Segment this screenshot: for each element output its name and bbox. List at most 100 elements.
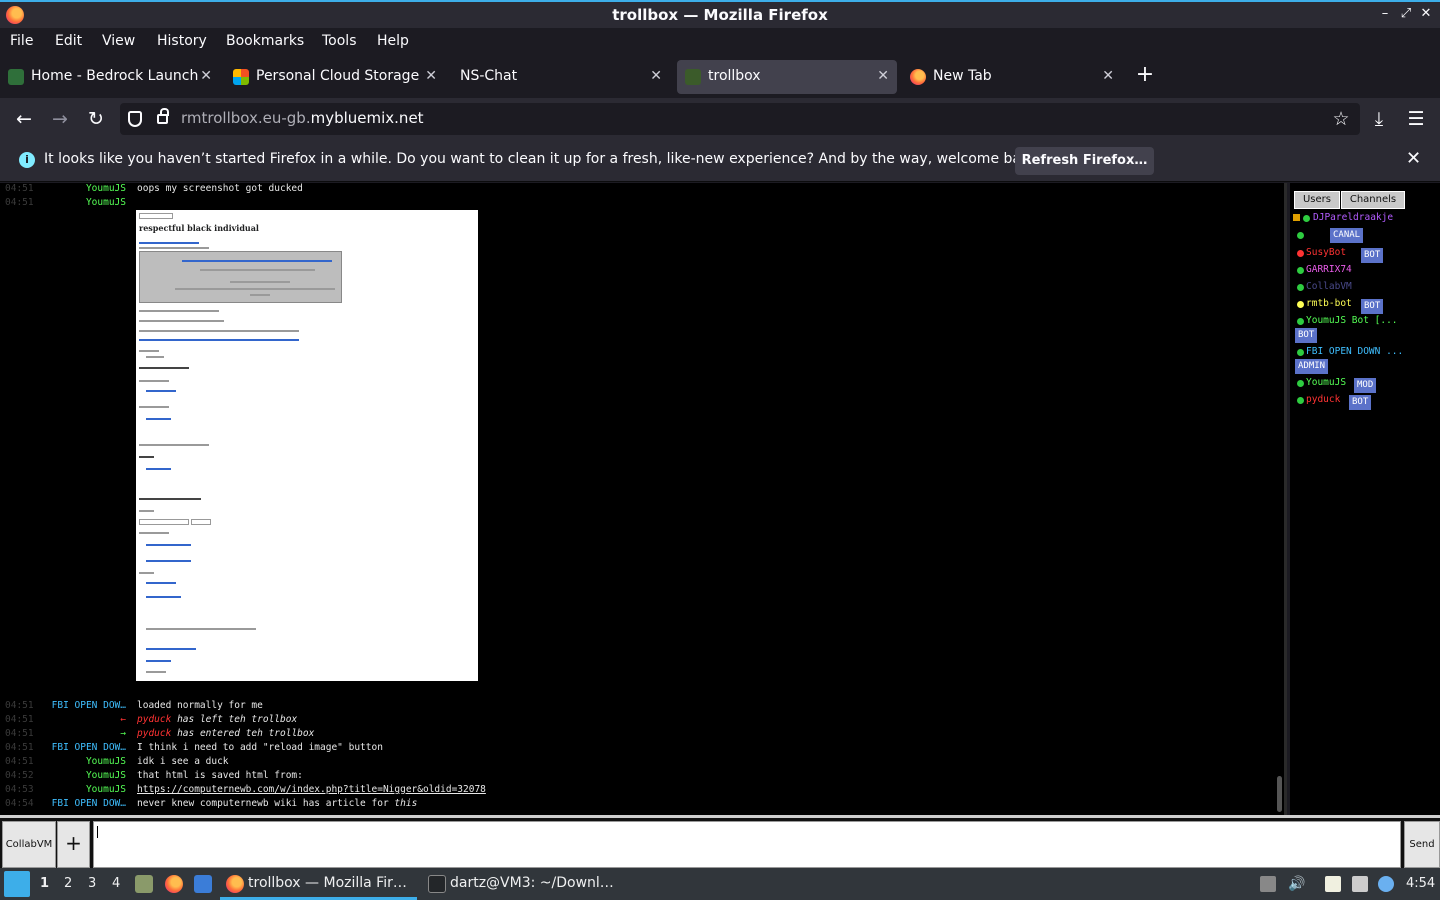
bedrock-icon <box>8 69 24 85</box>
tab-new-tab[interactable]: New Tab ✕ <box>902 60 1122 94</box>
user-badge: BOT <box>1349 395 1372 410</box>
tab-ns-chat[interactable]: NS-Chat ✕ <box>450 60 670 94</box>
close-tab-icon[interactable]: ✕ <box>425 68 437 84</box>
trollbox-icon <box>685 69 701 85</box>
terminal-icon <box>428 875 446 893</box>
tab-bedrock-launcher[interactable]: Home - Bedrock Launche ✕ <box>0 60 220 94</box>
task-terminal[interactable]: dartz@VM3: ~/Downl… <box>420 868 620 900</box>
close-notification-icon[interactable]: ✕ <box>1406 148 1421 169</box>
text-cursor <box>97 826 98 838</box>
user-list-item[interactable]: pyduck BOT <box>1295 393 1439 410</box>
user-badge: ADMIN <box>1295 359 1329 374</box>
chat-message: 04:51 FBI OPEN DOW… loaded normally for … <box>5 700 263 711</box>
reload-icon[interactable]: ↻ <box>83 106 109 132</box>
status-dot-icon <box>1297 397 1304 404</box>
user-list-item[interactable]: GARRIX74 <box>1295 263 1439 280</box>
close-tab-icon[interactable]: ✕ <box>200 68 212 84</box>
send-button[interactable]: Send <box>1404 821 1440 868</box>
chat-message: 04:54 FBI OPEN DOW… never knew computern… <box>5 798 418 809</box>
lock-icon[interactable] <box>157 108 169 124</box>
tab-trollbox[interactable]: trollbox ✕ <box>677 60 897 94</box>
user-list-item[interactable]: CANAL <box>1295 228 1439 245</box>
clock[interactable]: 4:54 <box>1406 876 1435 891</box>
tab-channels[interactable]: Channels <box>1341 191 1405 209</box>
user-list-item[interactable]: DJPareldraakje <box>1293 211 1439 228</box>
tab-personal-cloud-storage[interactable]: Personal Cloud Storage - ✕ <box>225 60 445 94</box>
tab-bar: Home - Bedrock Launche ✕ Personal Cloud … <box>0 56 1440 98</box>
workspace-3[interactable]: 3 <box>88 876 96 891</box>
chat-event-leave: 04:51 ← pyduck has left teh trollbox <box>5 714 298 725</box>
user-list-item[interactable]: rmtb-bot BOT <box>1295 297 1439 314</box>
chat-message: 04:51 YoumuJS idk i see a duck <box>5 756 229 767</box>
start-menu-icon[interactable] <box>4 871 30 897</box>
restore-icon[interactable]: ⤢ <box>1397 6 1415 21</box>
menu-bar: File Edit View History Bookmarks Tools H… <box>0 28 1440 56</box>
leave-arrow-icon: ← <box>120 714 126 725</box>
status-dot-icon <box>1297 267 1304 274</box>
workspace-2[interactable]: 2 <box>64 876 72 891</box>
forward-icon[interactable]: → <box>47 106 73 132</box>
add-button[interactable]: + <box>57 821 90 868</box>
menu-edit[interactable]: Edit <box>55 33 82 49</box>
firefox-icon <box>226 875 244 893</box>
network-tray-icon[interactable] <box>1352 876 1368 892</box>
close-tab-icon[interactable]: ✕ <box>650 68 662 84</box>
chat-image-screenshot[interactable]: respectful black individual <box>136 210 478 681</box>
firefox-icon <box>910 69 926 85</box>
info-icon: i <box>19 152 35 168</box>
menu-tools[interactable]: Tools <box>322 33 357 49</box>
shield-icon[interactable] <box>128 111 142 127</box>
user-list-panel: Users Channels DJPareldraakje CANAL Susy… <box>1290 183 1440 815</box>
close-tab-icon[interactable]: ✕ <box>877 68 889 84</box>
chat-link[interactable]: https://computernewb.com/w/index.php?tit… <box>137 784 486 795</box>
refresh-firefox-button[interactable]: Refresh Firefox… <box>1015 147 1154 175</box>
menu-history[interactable]: History <box>157 33 207 49</box>
crown-icon <box>1293 214 1300 221</box>
status-dot-icon <box>1303 215 1310 222</box>
desktop-icon[interactable] <box>194 875 212 893</box>
back-icon[interactable]: ← <box>11 106 37 132</box>
workspace-1[interactable]: 1 <box>40 876 49 891</box>
chat-scrollbar[interactable] <box>1277 776 1282 812</box>
hamburger-menu-icon[interactable]: ☰ <box>1403 106 1429 132</box>
chat-event-join: 04:51 → pyduck has entered teh trollbox <box>5 728 315 739</box>
window-title: trollbox — Mozilla Firefox <box>612 6 828 24</box>
firefox-launcher-icon[interactable] <box>165 875 183 893</box>
user-badge-row: BOT <box>1295 328 1439 345</box>
clipboard-tray-icon[interactable] <box>1260 876 1276 892</box>
screenshot-table-box <box>139 251 342 303</box>
close-tab-icon[interactable]: ✕ <box>1102 68 1114 84</box>
close-window-icon[interactable]: ✕ <box>1417 6 1435 21</box>
file-manager-icon[interactable] <box>135 875 153 893</box>
status-dot-icon <box>1297 318 1304 325</box>
tab-users[interactable]: Users <box>1294 191 1340 209</box>
menu-file[interactable]: File <box>10 33 33 49</box>
new-tab-button[interactable]: + <box>1134 62 1156 87</box>
user-badge: BOT <box>1361 299 1384 314</box>
workspace-4[interactable]: 4 <box>112 876 120 891</box>
window-titlebar: trollbox — Mozilla Firefox – ⤢ ✕ <box>0 0 1440 28</box>
menu-view[interactable]: View <box>102 33 135 49</box>
user-list-item[interactable]: SusyBot BOT <box>1295 246 1439 263</box>
user-list-item[interactable]: CollabVM <box>1295 280 1439 297</box>
status-dot-icon <box>1297 349 1304 356</box>
notes-tray-icon[interactable] <box>1325 876 1341 892</box>
url-text[interactable]: rmtrollbox.eu-gb.mybluemix.net <box>181 109 424 127</box>
message-input[interactable] <box>93 821 1401 868</box>
task-firefox[interactable]: trollbox — Mozilla Fir… <box>220 868 417 900</box>
channel-button[interactable]: CollabVM <box>2 821 56 868</box>
status-dot-icon <box>1297 301 1304 308</box>
status-dot-icon <box>1297 284 1304 291</box>
user-list-item[interactable]: YoumuJS MOD <box>1295 376 1439 393</box>
minimize-icon[interactable]: – <box>1376 6 1394 21</box>
volume-icon[interactable]: 🔊 <box>1288 876 1305 892</box>
bookmark-star-icon[interactable]: ☆ <box>1328 106 1354 132</box>
menu-bookmarks[interactable]: Bookmarks <box>226 33 304 49</box>
updates-tray-icon[interactable] <box>1378 876 1394 892</box>
user-badge: MOD <box>1354 378 1377 393</box>
download-icon[interactable]: ⤓ <box>1366 106 1392 132</box>
url-bar[interactable]: rmtrollbox.eu-gb.mybluemix.net <box>120 103 1360 135</box>
notification-message: It looks like you haven’t started Firefo… <box>44 151 1043 167</box>
menu-help[interactable]: Help <box>377 33 409 49</box>
user-badge-row: ADMIN <box>1295 359 1439 376</box>
